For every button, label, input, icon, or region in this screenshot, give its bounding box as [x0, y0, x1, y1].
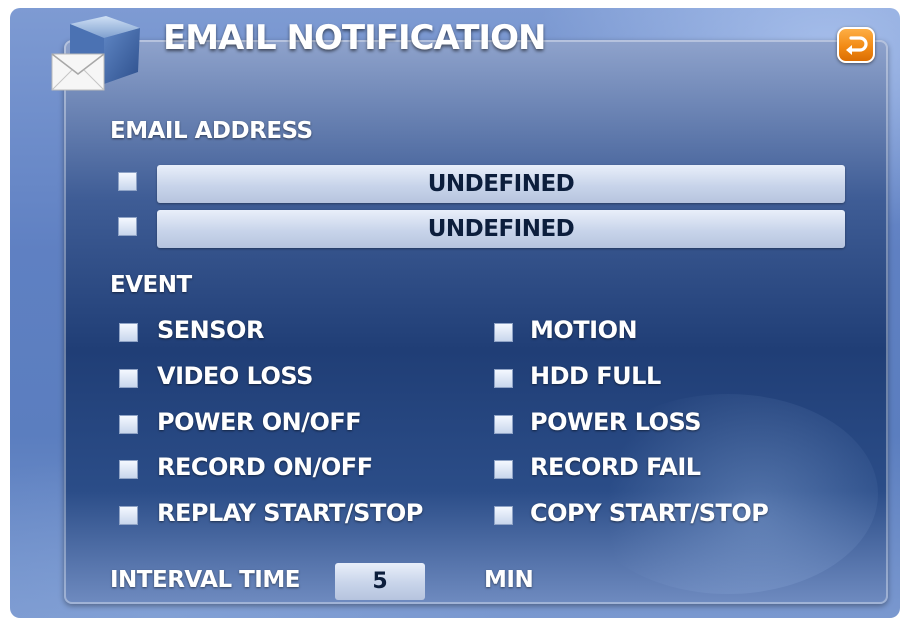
email-envelope-icon	[48, 14, 148, 94]
interval-time-label: INTERVAL TIME	[110, 567, 300, 593]
event-record-fail-label: RECORD FAIL	[530, 453, 701, 481]
event-sensor-label: SENSOR	[157, 316, 264, 344]
event-replay-startstop-checkbox[interactable]	[119, 506, 138, 525]
event-hdd-full-checkbox[interactable]	[494, 369, 513, 388]
event-power-loss-checkbox[interactable]	[494, 415, 513, 434]
event-hdd-full-label: HDD FULL	[530, 362, 661, 390]
event-replay-startstop-label: REPLAY START/STOP	[157, 499, 423, 527]
event-record-onoff-checkbox[interactable]	[119, 460, 138, 479]
email-2-checkbox[interactable]	[118, 217, 137, 236]
event-copy-startstop-label: COPY START/STOP	[530, 499, 769, 527]
event-copy-startstop-checkbox[interactable]	[494, 506, 513, 525]
email-address-heading: EMAIL ADDRESS	[110, 118, 313, 144]
event-motion-checkbox[interactable]	[494, 323, 513, 342]
event-motion-label: MOTION	[530, 316, 638, 344]
interval-time-input[interactable]: 5	[335, 563, 425, 600]
page-title: EMAIL NOTIFICATION	[163, 18, 546, 58]
event-record-fail-checkbox[interactable]	[494, 460, 513, 479]
event-sensor-checkbox[interactable]	[119, 323, 138, 342]
event-power-onoff-label: POWER ON/OFF	[157, 408, 362, 436]
event-record-onoff-label: RECORD ON/OFF	[157, 453, 373, 481]
back-button[interactable]	[837, 27, 875, 63]
email-1-checkbox[interactable]	[118, 172, 137, 191]
interval-unit-label: MIN	[484, 567, 534, 593]
event-video-loss-label: VIDEO LOSS	[157, 362, 313, 390]
return-arrow-icon	[846, 36, 868, 55]
event-power-onoff-checkbox[interactable]	[119, 415, 138, 434]
email-address-field-2[interactable]: UNDEFINED	[157, 210, 845, 248]
email-address-field-1[interactable]: UNDEFINED	[157, 165, 845, 203]
event-video-loss-checkbox[interactable]	[119, 369, 138, 388]
event-power-loss-label: POWER LOSS	[530, 408, 702, 436]
event-heading: EVENT	[110, 272, 192, 298]
